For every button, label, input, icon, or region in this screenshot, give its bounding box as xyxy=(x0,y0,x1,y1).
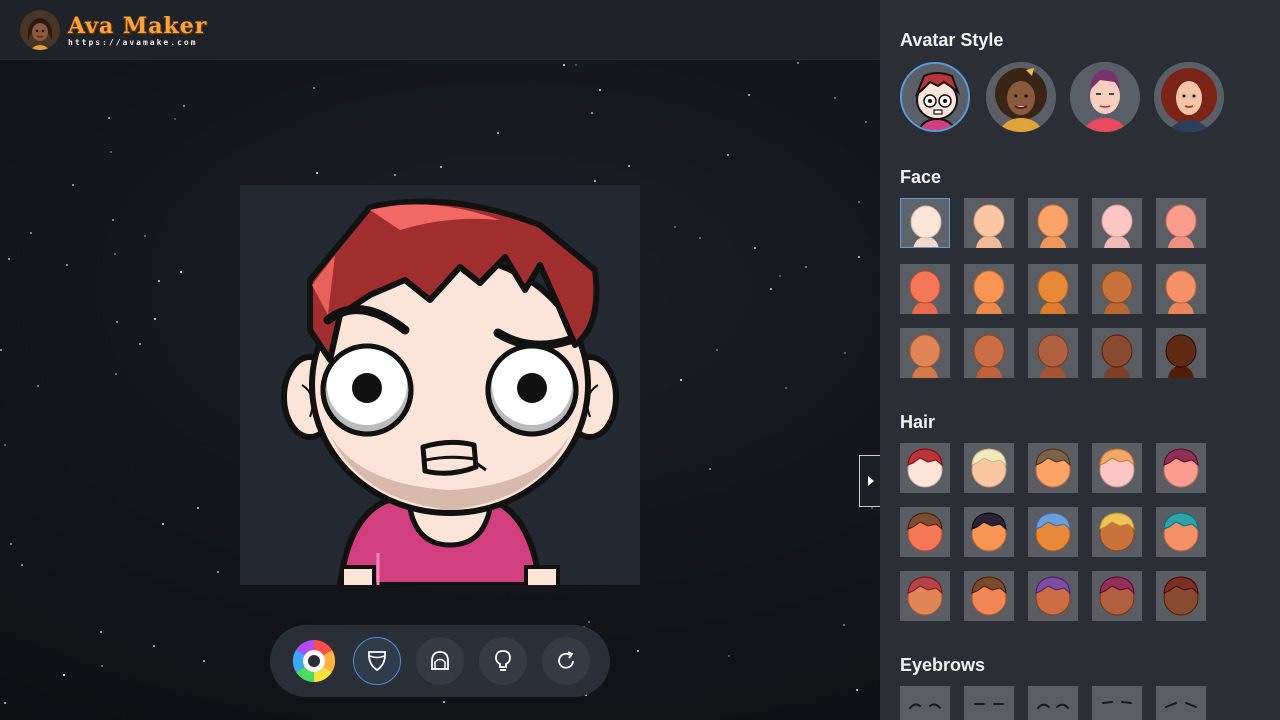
face-option[interactable] xyxy=(964,328,1014,378)
face-option[interactable] xyxy=(900,198,950,248)
face-option[interactable] xyxy=(1028,328,1078,378)
section-title-hair: Hair xyxy=(900,412,936,432)
hair-option[interactable] xyxy=(964,571,1014,621)
face-option[interactable] xyxy=(964,264,1014,314)
hair-option[interactable] xyxy=(1028,571,1078,621)
section-title-face: Face xyxy=(900,167,942,187)
face-option[interactable] xyxy=(964,198,1014,248)
face-option[interactable] xyxy=(1156,264,1206,314)
hair-option[interactable] xyxy=(1092,443,1142,493)
hair-icon xyxy=(431,651,449,670)
face-option[interactable] xyxy=(1092,198,1142,248)
face-option[interactable] xyxy=(1156,198,1206,248)
face-option[interactable] xyxy=(900,264,950,314)
style-option-cartoon-boy[interactable] xyxy=(900,62,970,132)
hair-option[interactable] xyxy=(1092,571,1142,621)
hair-option[interactable] xyxy=(900,571,950,621)
options-panel: Avatar Style Face Hair Eyebrows xyxy=(880,0,1280,720)
logo-title: Ava Maker xyxy=(68,12,208,39)
hair-button[interactable] xyxy=(416,637,464,685)
section-title-eyebrows: Eyebrows xyxy=(900,655,986,675)
hair-option[interactable] xyxy=(1092,507,1142,557)
face-option[interactable] xyxy=(1092,328,1142,378)
editor-toolbar xyxy=(270,625,610,697)
face-option[interactable] xyxy=(1156,328,1206,378)
logo-url: https://avamake.com xyxy=(68,37,198,47)
style-option-curly-woman[interactable] xyxy=(986,62,1056,132)
face-option[interactable] xyxy=(900,328,950,378)
hair-option[interactable] xyxy=(1156,507,1206,557)
face-option[interactable] xyxy=(1028,198,1078,248)
idea-button[interactable] xyxy=(479,637,527,685)
eyebrow-option[interactable] xyxy=(964,686,1014,720)
app-logo[interactable]: Ava Maker https://avamake.com xyxy=(20,10,207,50)
eyebrow-option[interactable] xyxy=(1156,686,1206,720)
face-option[interactable] xyxy=(1028,264,1078,314)
hair-option[interactable] xyxy=(1028,507,1078,557)
style-option-punk-man[interactable] xyxy=(1070,62,1140,132)
avatar-canvas xyxy=(240,185,640,585)
refresh-icon xyxy=(558,651,574,669)
hair-option[interactable] xyxy=(1156,571,1206,621)
reset-button[interactable] xyxy=(542,637,590,685)
app-header: Ava Maker https://avamake.com xyxy=(0,0,880,60)
eyebrow-option[interactable] xyxy=(1028,686,1078,720)
style-option-red-curly-woman[interactable] xyxy=(1154,62,1224,132)
hair-option[interactable] xyxy=(964,507,1014,557)
color-wheel-button[interactable] xyxy=(290,637,338,685)
lightbulb-icon xyxy=(495,650,511,671)
hair-option[interactable] xyxy=(964,443,1014,493)
section-title-avatar-style: Avatar Style xyxy=(900,30,1004,50)
hair-option[interactable] xyxy=(1028,443,1078,493)
hair-option[interactable] xyxy=(1156,443,1206,493)
color-wheel-icon xyxy=(292,639,336,683)
eyebrow-option[interactable] xyxy=(1092,686,1142,720)
hair-option[interactable] xyxy=(900,443,950,493)
hair-option[interactable] xyxy=(900,507,950,557)
face-option[interactable] xyxy=(1092,264,1142,314)
eyebrow-option[interactable] xyxy=(900,686,950,720)
chevron-right-icon xyxy=(867,476,874,486)
face-shape-icon xyxy=(368,651,386,672)
logo-avatar-icon xyxy=(20,10,60,50)
avatar-preview xyxy=(281,198,619,585)
panel-collapse-toggle[interactable] xyxy=(859,455,881,507)
face-shape-button[interactable] xyxy=(353,637,401,685)
